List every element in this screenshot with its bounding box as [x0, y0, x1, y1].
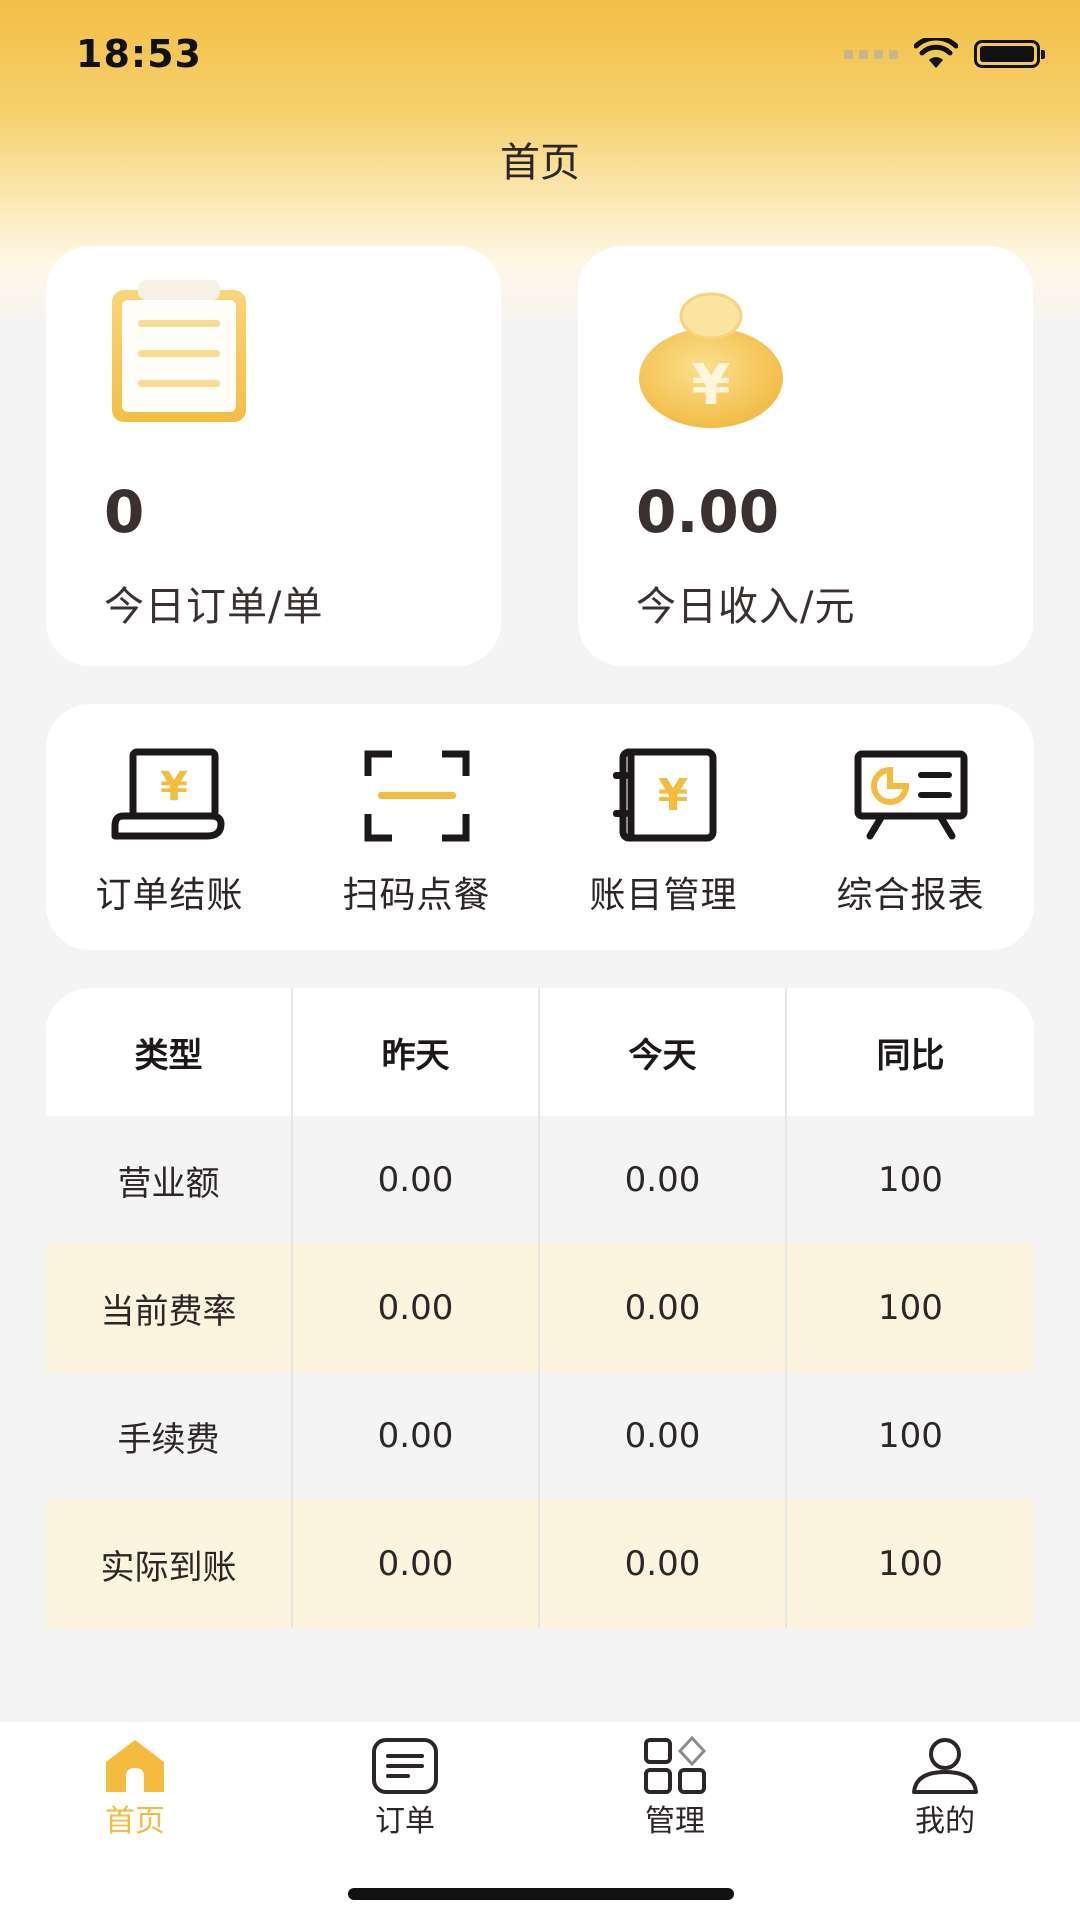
- wifi-icon: [914, 38, 958, 68]
- svg-text:¥: ¥: [692, 353, 731, 418]
- tab-profile[interactable]: 我的: [810, 1722, 1080, 1920]
- svg-text:¥: ¥: [657, 770, 688, 821]
- tab-orders-label: 订单: [375, 1804, 435, 1839]
- coin-bag-icon: ¥: [639, 292, 783, 428]
- table-header-row: 类型 昨天 今天 同比: [46, 988, 1034, 1116]
- action-scan-label: 扫码点餐: [342, 875, 491, 916]
- table-cell: 手续费: [46, 1372, 293, 1500]
- ledger-icon: ¥: [612, 748, 716, 842]
- table-cell: 0.00: [540, 1116, 787, 1244]
- table-cell: 0.00: [293, 1244, 540, 1372]
- tab-manage-label: 管理: [645, 1804, 705, 1839]
- table-row: 营业额 0.00 0.00 100: [46, 1116, 1034, 1244]
- table-cell: 实际到账: [46, 1500, 293, 1628]
- report-icon: [854, 750, 967, 840]
- tab-profile-label: 我的: [915, 1804, 975, 1839]
- table-header-cell: 今天: [540, 988, 787, 1116]
- table-header-cell: 类型: [46, 988, 293, 1116]
- action-report[interactable]: 综合报表: [787, 704, 1034, 950]
- svg-text:¥: ¥: [160, 764, 188, 810]
- page-title: 首页: [500, 140, 580, 186]
- table-cell: 0.00: [293, 1500, 540, 1628]
- action-checkout[interactable]: ¥ 订单结账: [46, 704, 293, 950]
- comparison-table: 类型 昨天 今天 同比 营业额 0.00 0.00 100 当前费率 0.00 …: [46, 988, 1034, 1628]
- status-icons: [844, 38, 1045, 70]
- today-income-value: 0.00: [636, 478, 780, 546]
- status-time: 18:53: [76, 32, 202, 76]
- home-indicator: [348, 1888, 734, 1900]
- table-cell: 0.00: [540, 1244, 787, 1372]
- table-cell: 100: [878, 1160, 943, 1200]
- table-cell: 0.00: [540, 1372, 787, 1500]
- table-row: 实际到账 0.00 0.00 100: [46, 1500, 1034, 1628]
- action-checkout-label: 订单结账: [95, 875, 244, 916]
- tab-home-label: 首页: [105, 1804, 165, 1839]
- action-scan[interactable]: 扫码点餐: [293, 704, 540, 950]
- action-ledger[interactable]: ¥ 账目管理: [540, 704, 787, 950]
- clipboard-icon: [112, 280, 246, 422]
- table-cell: 0.00: [540, 1500, 787, 1628]
- table-row: 手续费 0.00 0.00 100: [46, 1372, 1034, 1500]
- home-page: 18:53 首页 0 今日订单/单 ¥ 0.00 今日收入/元 ¥ 订单结账 扫…: [0, 0, 1080, 1920]
- manage-icon: [644, 1736, 707, 1794]
- table-cell: 营业额: [46, 1116, 293, 1244]
- today-orders-value: 0: [104, 478, 145, 546]
- table-header-cell: 同比: [876, 1035, 945, 1076]
- today-orders-card[interactable]: 0 今日订单/单: [46, 246, 501, 666]
- today-income-card[interactable]: ¥ 0.00 今日收入/元: [578, 246, 1033, 666]
- table-cell: 0.00: [293, 1372, 540, 1500]
- tab-home[interactable]: 首页: [0, 1722, 270, 1920]
- signal-icon: [844, 49, 898, 59]
- action-ledger-label: 账目管理: [589, 875, 738, 916]
- today-orders-label: 今日订单/单: [104, 584, 324, 630]
- battery-icon: [974, 40, 1045, 68]
- scan-icon: [364, 750, 469, 842]
- home-icon: [106, 1740, 164, 1792]
- table-cell: 当前费率: [46, 1244, 293, 1372]
- action-report-label: 综合报表: [836, 875, 985, 916]
- checkout-icon: ¥: [111, 748, 224, 840]
- table-cell: 100: [878, 1416, 943, 1456]
- status-bar: 18:53: [0, 0, 1080, 110]
- order-icon: [372, 1738, 438, 1794]
- profile-icon: [912, 1738, 978, 1794]
- table-header-cell: 昨天: [293, 988, 540, 1116]
- table-cell: 100: [878, 1288, 943, 1328]
- quick-actions: ¥ 订单结账 扫码点餐 ¥ 账目管理 综合报表: [46, 704, 1034, 950]
- table-row: 当前费率 0.00 0.00 100: [46, 1244, 1034, 1372]
- table-cell: 0.00: [293, 1116, 540, 1244]
- table-cell: 100: [878, 1544, 943, 1584]
- today-income-label: 今日收入/元: [636, 584, 856, 630]
